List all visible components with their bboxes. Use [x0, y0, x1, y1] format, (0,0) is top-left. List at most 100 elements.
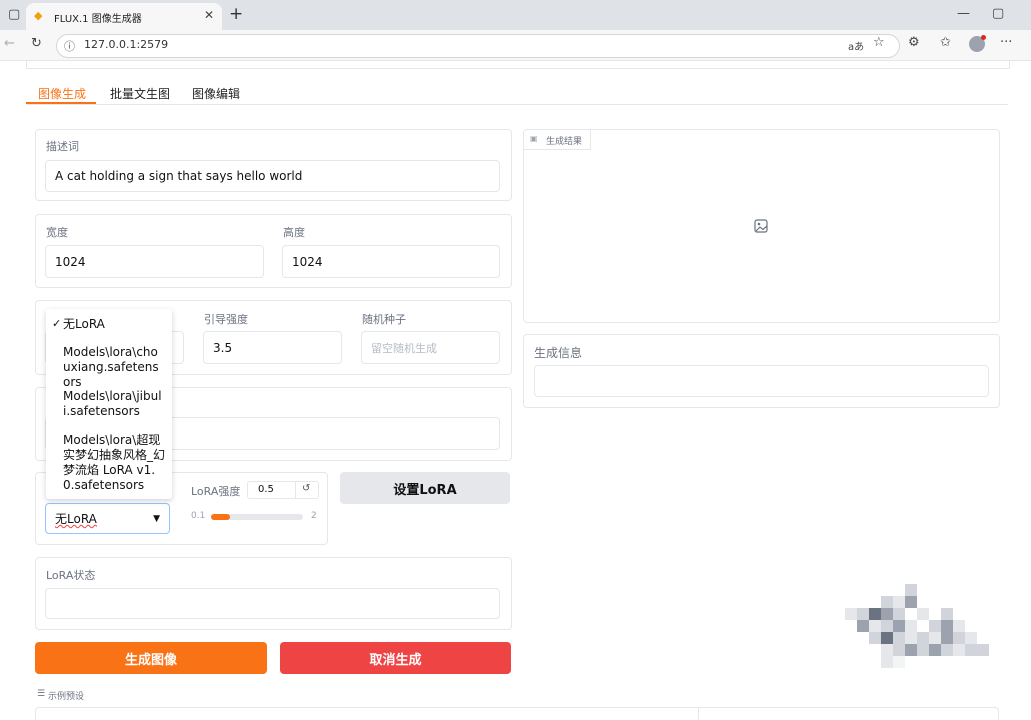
mosaic-cell: [953, 644, 965, 656]
generate-button[interactable]: 生成图像: [35, 642, 267, 674]
mosaic-cell: [893, 620, 905, 632]
url-text[interactable]: 127.0.0.1:2579: [84, 38, 168, 51]
tab-image-edit[interactable]: 图像编辑: [192, 85, 240, 102]
address-bar[interactable]: ⓘ: [56, 34, 900, 58]
mosaic-cell: [953, 632, 965, 644]
lora-option-jibuli[interactable]: Models\lora\jibuli.safetensors: [63, 389, 165, 419]
mosaic-cell: [893, 644, 905, 656]
mosaic-cell: [929, 620, 941, 632]
lora-status-label: LoRA状态: [46, 569, 96, 582]
examples-table-divider: [698, 708, 699, 720]
sidebar-toggle-icon[interactable]: ▢: [8, 7, 20, 22]
check-icon: ✓: [52, 317, 62, 330]
minimize-icon[interactable]: —: [957, 6, 970, 21]
mosaic-cell: [929, 632, 941, 644]
generation-info-field: [534, 365, 989, 397]
tab-batch-text-to-image[interactable]: 批量文生图: [110, 85, 170, 102]
mosaic-cell: [905, 644, 917, 656]
browser-tab[interactable]: ◆ FLUX.1 图像生成器 ✕: [26, 3, 222, 30]
browser-tab-title: FLUX.1 图像生成器: [54, 14, 142, 25]
mosaic-cell: [857, 620, 869, 632]
set-lora-button[interactable]: 设置LoRA: [340, 472, 510, 504]
tab-image-generation[interactable]: 图像生成: [38, 85, 86, 102]
browser-tab-bar: ▢ ◆ FLUX.1 图像生成器 ✕ + — ▢: [0, 0, 1031, 30]
height-label: 高度: [283, 226, 305, 239]
new-tab-icon[interactable]: +: [229, 4, 243, 24]
mosaic-cell: [893, 608, 905, 620]
width-label: 宽度: [46, 226, 68, 239]
extensions-icon[interactable]: ⚙: [908, 35, 920, 50]
cancel-generation-button[interactable]: 取消生成: [280, 642, 511, 674]
tabs-divider: [26, 104, 1008, 105]
mosaic-cell: [917, 632, 929, 644]
lora-strength-slider[interactable]: [211, 514, 303, 520]
lora-option-none[interactable]: 无LoRA: [63, 317, 165, 332]
mosaic-cell: [869, 608, 881, 620]
width-input[interactable]: 1024: [45, 245, 264, 278]
read-aloud-icon[interactable]: aあ: [848, 38, 864, 53]
prompt-value: A cat holding a sign that says hello wor…: [55, 169, 303, 183]
lora-strength-slider-fill: [211, 514, 231, 520]
lora-status-field: [45, 588, 500, 619]
mosaic-cell: [857, 608, 869, 620]
more-menu-icon[interactable]: ···: [1000, 35, 1012, 50]
pixel-mosaic-decoration: [845, 584, 1015, 668]
result-label-tag: ▣ 生成结果: [524, 130, 591, 150]
mosaic-cell: [881, 656, 893, 668]
lora-dropdown-menu: ✓ 无LoRA Models\lora\chouxiang.safetensor…: [46, 309, 172, 499]
active-tab-indicator: [26, 102, 96, 104]
mosaic-cell: [905, 596, 917, 608]
lora-option-surreal[interactable]: Models\lora\超现实梦幻抽象风格_幻梦流焰 LoRA v1.0.saf…: [63, 433, 165, 493]
guidance-input[interactable]: 3.5: [203, 331, 342, 364]
mosaic-cell: [965, 632, 977, 644]
favorites-icon[interactable]: ✩: [940, 35, 951, 50]
chevron-down-icon[interactable]: ▼: [153, 514, 160, 524]
examples-label: 示例预设: [48, 692, 85, 702]
mosaic-cell: [881, 644, 893, 656]
lora-select[interactable]: 无LoRA ▼: [45, 503, 170, 534]
seed-input[interactable]: 留空随机生成: [361, 331, 500, 364]
mosaic-cell: [941, 620, 953, 632]
mosaic-cell: [881, 596, 893, 608]
lora-strength-min: 0.1: [191, 511, 206, 521]
height-input[interactable]: 1024: [282, 245, 500, 278]
image-icon: ▣: [530, 134, 538, 143]
lora-strength-number[interactable]: 0.5 ↺: [247, 481, 319, 499]
mosaic-cell: [893, 632, 905, 644]
guidance-value: 3.5: [213, 340, 233, 355]
lora-selected-value: 无LoRA: [55, 512, 97, 526]
reset-icon[interactable]: ↺: [302, 483, 310, 494]
mosaic-cell: [881, 608, 893, 620]
examples-table: [35, 707, 999, 720]
list-icon: ☰: [37, 689, 46, 699]
back-icon[interactable]: ←: [4, 36, 15, 51]
close-tab-icon[interactable]: ✕: [204, 8, 214, 22]
lora-option-chouxiang[interactable]: Models\lora\chouxiang.safetensors: [63, 345, 165, 390]
mosaic-cell: [893, 656, 905, 668]
profile-notification-dot: [981, 35, 986, 40]
prompt-input[interactable]: A cat holding a sign that says hello wor…: [45, 160, 500, 192]
mosaic-cell: [965, 644, 977, 656]
mosaic-cell: [845, 608, 857, 620]
lora-strength-label: LoRA强度: [191, 485, 241, 498]
height-value: 1024: [292, 254, 323, 269]
maximize-icon[interactable]: ▢: [992, 6, 1004, 21]
reload-icon[interactable]: ↻: [31, 36, 42, 51]
favorite-star-icon[interactable]: ☆: [873, 35, 885, 50]
mosaic-cell: [893, 596, 905, 608]
seed-label: 随机种子: [362, 313, 406, 326]
mosaic-cell: [869, 632, 881, 644]
mosaic-cell: [869, 620, 881, 632]
mosaic-cell: [941, 632, 953, 644]
app-favicon-icon: ◆: [34, 9, 43, 22]
site-info-icon[interactable]: ⓘ: [64, 38, 75, 54]
mosaic-cell: [953, 620, 965, 632]
lora-strength-max: 2: [311, 511, 317, 521]
prompt-label: 描述词: [46, 140, 79, 153]
mosaic-cell: [977, 644, 989, 656]
page-frame-top: [26, 60, 1010, 69]
width-value: 1024: [55, 254, 86, 269]
mosaic-cell: [917, 608, 929, 620]
guidance-label: 引导强度: [204, 313, 248, 326]
mosaic-cell: [929, 644, 941, 656]
